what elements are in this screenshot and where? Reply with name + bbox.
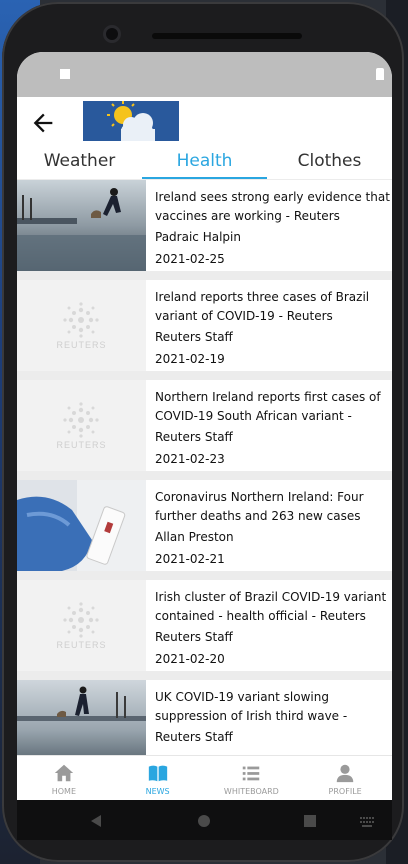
news-date: 2021-02-20: [155, 652, 225, 666]
tab-weather[interactable]: Weather: [17, 149, 142, 179]
news-title[interactable]: UK COVID-19 variant slowing suppression …: [155, 688, 391, 726]
book-icon: [148, 765, 167, 782]
system-home-icon[interactable]: [197, 814, 211, 828]
nav-news[interactable]: NEWS: [111, 756, 205, 800]
battery-icon: [376, 68, 384, 80]
news-title[interactable]: Ireland reports three cases of Brazil va…: [155, 288, 391, 326]
nav-home-label: HOME: [51, 787, 77, 796]
news-thumbnail: [17, 180, 146, 271]
category-tabs: Weather Health Clothes: [17, 149, 392, 180]
list-icon: [243, 766, 260, 781]
nav-home[interactable]: HOME: [17, 756, 111, 800]
keyboard-icon[interactable]: [359, 814, 375, 828]
news-author: Reuters Staff: [155, 330, 233, 344]
system-recents-icon[interactable]: [303, 814, 317, 828]
news-card[interactable]: REUTERS Irish cluster of Brazil COVID-19…: [17, 580, 392, 671]
tab-health[interactable]: Health: [142, 149, 267, 179]
news-card[interactable]: UK COVID-19 variant slowing suppression …: [17, 680, 392, 755]
news-card[interactable]: Coronavirus Northern Ireland: Four furth…: [17, 480, 392, 571]
notification-icon: [60, 69, 70, 79]
news-title[interactable]: Coronavirus Northern Ireland: Four furth…: [155, 488, 391, 526]
reuters-logo-text: REUTERS: [56, 440, 107, 450]
app-bar: [17, 97, 392, 149]
reuters-logo-text: REUTERS: [56, 640, 107, 650]
camera: [106, 28, 118, 40]
bottom-navigation: HOME NEWS WHITEBOARD PROFILE: [17, 755, 392, 800]
news-date: 2021-02-25: [155, 252, 225, 266]
reuters-placeholder-image: REUTERS: [17, 580, 146, 671]
nav-profile[interactable]: PROFILE: [298, 756, 392, 800]
reuters-placeholder-image: REUTERS: [17, 380, 146, 471]
news-title[interactable]: Ireland sees strong early evidence that …: [155, 188, 391, 226]
news-date: 2021-02-19: [155, 352, 225, 366]
news-date: 2021-02-23: [155, 452, 225, 466]
system-back-icon[interactable]: [89, 814, 103, 828]
nav-news-label: NEWS: [145, 787, 170, 796]
news-card[interactable]: REUTERS Ireland reports three cases of B…: [17, 280, 392, 371]
app-screen: Weather Health Clothes Ireland sees stro…: [17, 52, 392, 800]
news-thumbnail: [17, 480, 146, 571]
system-navigation-bar: [17, 800, 392, 840]
news-card[interactable]: Ireland sees strong early evidence that …: [17, 180, 392, 271]
news-list: Ireland sees strong early evidence that …: [17, 180, 392, 755]
news-thumbnail: [17, 680, 146, 755]
reuters-placeholder-image: REUTERS: [17, 280, 146, 371]
news-author: Allan Preston: [155, 530, 234, 544]
news-title[interactable]: Irish cluster of Brazil COVID-19 variant…: [155, 588, 391, 626]
back-arrow-icon[interactable]: [29, 109, 57, 137]
reuters-logo-text: REUTERS: [56, 340, 107, 350]
news-author: Padraic Halpin: [155, 230, 241, 244]
news-card[interactable]: REUTERS Northern Ireland reports first c…: [17, 380, 392, 471]
status-bar: [17, 52, 392, 97]
tab-clothes[interactable]: Clothes: [267, 149, 392, 179]
home-icon: [54, 764, 74, 782]
news-author: Reuters Staff: [155, 430, 233, 444]
person-icon: [336, 764, 354, 783]
nav-whiteboard-label: WHITEBOARD: [223, 787, 279, 796]
news-author: Reuters Staff: [155, 730, 233, 744]
nav-whiteboard[interactable]: WHITEBOARD: [205, 756, 299, 800]
news-date: 2021-02-21: [155, 552, 225, 566]
news-author: Reuters Staff: [155, 630, 233, 644]
speaker-grille: [152, 33, 302, 39]
phone-frame: Weather Health Clothes Ireland sees stro…: [2, 2, 404, 862]
news-title[interactable]: Northern Ireland reports first cases of …: [155, 388, 391, 426]
nav-profile-label: PROFILE: [328, 787, 362, 796]
weather-logo-icon: [83, 101, 179, 141]
